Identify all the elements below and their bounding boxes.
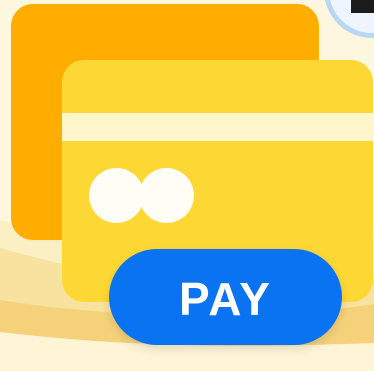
card-circle-right	[139, 168, 194, 223]
partial-badge-icon	[351, 0, 374, 13]
card-circle-left	[89, 168, 144, 223]
magnetic-stripe	[62, 113, 373, 141]
payment-illustration: PAY	[0, 0, 374, 371]
pay-button[interactable]: PAY	[109, 249, 342, 345]
pay-button-label: PAY	[179, 273, 272, 325]
